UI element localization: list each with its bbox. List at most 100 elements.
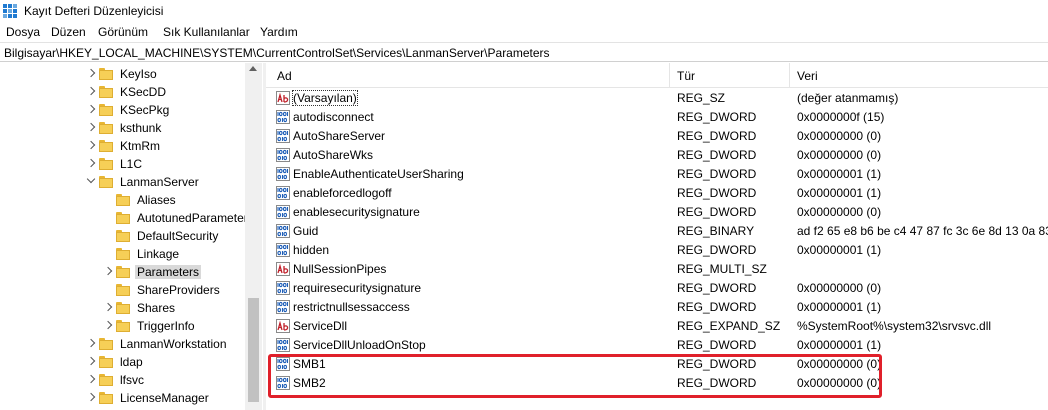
tree-item-label[interactable]: KtmRm [118, 139, 162, 153]
tree-item-label[interactable]: AutotunedParameters [135, 211, 256, 225]
tree-item[interactable]: Linkage [105, 245, 245, 263]
tree-item-label[interactable]: TriggerInfo [135, 319, 197, 333]
table-row[interactable]: hidden REG_DWORD 0x00000001 (1) [266, 241, 1048, 260]
tree-item[interactable]: LicenseManager [86, 389, 245, 407]
table-row[interactable]: ServiceDllUnloadOnStop REG_DWORD 0x0000000… [266, 336, 1048, 355]
tree-item-label[interactable]: Aliases [135, 193, 178, 207]
chevron-right-icon[interactable] [103, 302, 113, 312]
table-row[interactable]: Guid REG_BINARY ad f2 65 e8 b6 be c4 47 87… [266, 222, 1048, 241]
value-name[interactable]: restrictnullsessaccess [293, 300, 410, 314]
tree-item[interactable]: KSecPkg [86, 101, 245, 119]
tree-item[interactable]: ksthunk [86, 119, 245, 137]
value-name[interactable]: AutoShareWks [293, 148, 373, 162]
value-name[interactable]: hidden [293, 243, 329, 257]
chevron-right-icon[interactable] [86, 140, 96, 150]
address-path[interactable]: Bilgisayar\HKEY_LOCAL_MACHINE\SYSTEM\Cur… [4, 46, 550, 60]
address-bar[interactable]: Bilgisayar\HKEY_LOCAL_MACHINE\SYSTEM\Cur… [0, 42, 1048, 62]
tree-item[interactable]: AutotunedParameters [105, 209, 254, 227]
value-data: 0x00000001 (1) [797, 243, 882, 257]
folder-icon [99, 374, 113, 386]
tree-item[interactable]: KSecDD [86, 83, 245, 101]
value-name[interactable]: Guid [293, 224, 318, 238]
chevron-down-icon[interactable] [86, 174, 96, 184]
table-row[interactable]: autodisconnect REG_DWORD 0x0000000f (15) [266, 108, 1048, 127]
column-header-type[interactable]: Tür [677, 69, 695, 83]
tree-item-label[interactable]: lfsvc [118, 373, 146, 387]
chevron-right-icon[interactable] [103, 320, 113, 330]
chevron-right-icon[interactable] [86, 392, 96, 402]
tree-item-label[interactable]: KeyIso [118, 67, 159, 81]
table-row[interactable]: restrictnullsessaccess REG_DWORD 0x0000000… [266, 298, 1048, 317]
tree-item-label[interactable]: LanmanServer [118, 175, 201, 189]
tree-item[interactable]: L1C [86, 155, 245, 173]
table-row[interactable]: requiresecuritysignature REG_DWORD 0x00000… [266, 279, 1048, 298]
chevron-right-icon[interactable] [86, 356, 96, 366]
value-name[interactable]: ServiceDll [293, 319, 347, 333]
column-divider[interactable] [669, 63, 670, 87]
tree-item-label[interactable]: KSecDD [118, 85, 168, 99]
tree-item[interactable]: TriggerInfo [103, 317, 245, 335]
table-row[interactable]: ServiceDll REG_EXPAND_SZ %SystemRoot%\syst… [266, 317, 1048, 336]
table-row[interactable]: (Varsayılan) REG_SZ (değer atanmamış) [266, 89, 1048, 108]
tree-item-label[interactable]: ShareProviders [135, 283, 222, 297]
tree-scrollbar-thumb[interactable] [248, 298, 259, 402]
tree-scrollbar[interactable] [245, 63, 262, 410]
value-name[interactable]: autodisconnect [293, 110, 374, 124]
tree-item-label[interactable]: ksthunk [118, 121, 163, 135]
tree-item[interactable]: Shares [103, 299, 245, 317]
tree-item-label[interactable]: KSecPkg [118, 103, 171, 117]
binary-value-icon [276, 205, 290, 219]
menu-yardim[interactable]: Yardım [260, 25, 298, 39]
table-row[interactable]: NullSessionPipes REG_MULTI_SZ [266, 260, 1048, 279]
chevron-right-icon[interactable] [86, 68, 96, 78]
value-name[interactable]: AutoShareServer [293, 129, 385, 143]
menu-duzen[interactable]: Düzen [51, 25, 86, 39]
folder-icon [99, 86, 113, 98]
tree-item[interactable]: Aliases [105, 191, 245, 209]
value-name[interactable]: EnableAuthenticateUserSharing [293, 167, 464, 181]
table-row[interactable]: AutoShareWks REG_DWORD 0x00000000 (0) [266, 146, 1048, 165]
value-name[interactable]: enableforcedlogoff [293, 186, 392, 200]
tree-item[interactable]: KtmRm [86, 137, 245, 155]
table-row[interactable]: enableforcedlogoff REG_DWORD 0x00000001 (1… [266, 184, 1048, 203]
tree-item[interactable]: Parameters [103, 263, 245, 281]
scroll-up-arrow-icon[interactable] [249, 66, 257, 71]
chevron-right-icon[interactable] [86, 86, 96, 96]
value-name[interactable]: enablesecuritysignature [293, 205, 420, 219]
tree-item-label[interactable]: L1C [118, 157, 144, 171]
column-header-data[interactable]: Veri [797, 69, 818, 83]
column-header-name[interactable]: Ad [277, 69, 292, 83]
value-name[interactable]: requiresecuritysignature [293, 281, 421, 295]
menu-gorunum[interactable]: Görünüm [98, 25, 148, 39]
chevron-right-icon[interactable] [86, 122, 96, 132]
chevron-right-icon[interactable] [86, 338, 96, 348]
tree-item[interactable]: ShareProviders [105, 281, 245, 299]
chevron-right-icon[interactable] [86, 104, 96, 114]
value-name[interactable]: ServiceDllUnloadOnStop [293, 338, 426, 352]
tree-item-label[interactable]: Parameters [135, 265, 202, 279]
tree-item[interactable]: DefaultSecurity [105, 227, 245, 245]
chevron-right-icon[interactable] [86, 158, 96, 168]
tree-item-label[interactable]: LanmanWorkstation [118, 337, 229, 351]
tree-item-label[interactable]: Shares [135, 301, 177, 315]
table-row[interactable]: AutoShareServer REG_DWORD 0x00000000 (0) [266, 127, 1048, 146]
tree-item[interactable]: lfsvc [86, 371, 245, 389]
tree-item[interactable]: LanmanServer [86, 173, 245, 191]
tree-item-label[interactable]: LicenseManager [118, 391, 211, 405]
value-name[interactable]: NullSessionPipes [293, 262, 386, 276]
menu-sik-kullanilanlar[interactable]: Sık Kullanılanlar [163, 25, 250, 39]
menu-dosya[interactable]: Dosya [6, 25, 40, 39]
tree-item[interactable]: LanmanWorkstation [86, 335, 245, 353]
tree-item[interactable]: KeyIso [86, 65, 245, 83]
column-divider[interactable] [789, 63, 790, 87]
value-name[interactable]: (Varsayılan) [292, 90, 358, 106]
tree-item-label[interactable]: ldap [118, 355, 145, 369]
table-row[interactable]: enablesecuritysignature REG_DWORD 0x000000… [266, 203, 1048, 222]
table-row[interactable]: EnableAuthenticateUserSharing REG_DWORD 0x… [266, 165, 1048, 184]
tree-item-label[interactable]: Linkage [135, 247, 181, 261]
tree-item[interactable]: ldap [86, 353, 245, 371]
tree-item-label[interactable]: DefaultSecurity [135, 229, 220, 243]
chevron-right-icon[interactable] [86, 374, 96, 384]
registry-tree[interactable]: KeyIso KSecDD KSecPkg ksthunk KtmRm L1C Lanman… [0, 63, 263, 410]
chevron-right-icon[interactable] [103, 266, 113, 276]
